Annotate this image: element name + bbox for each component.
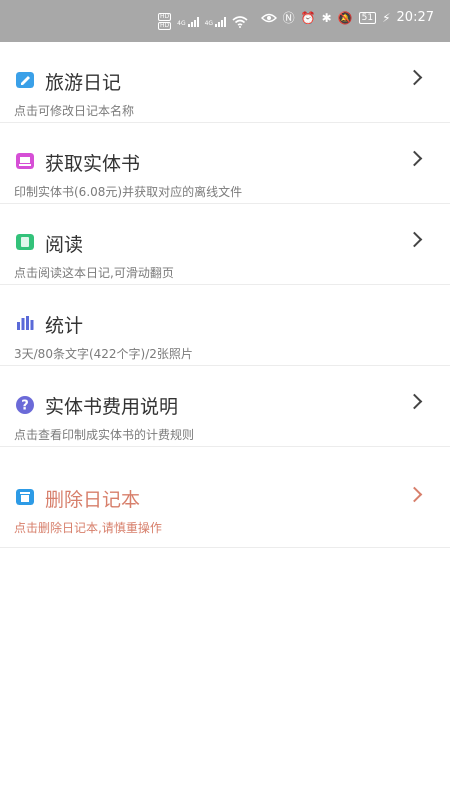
book-print-icon xyxy=(16,153,34,169)
status-left-group: HD HD 4G 4G xyxy=(158,13,248,30)
hd-badge-2: HD xyxy=(158,22,172,30)
edit-icon xyxy=(16,72,34,88)
charging-icon: ⚡ xyxy=(382,10,391,25)
signal-2: 4G xyxy=(204,16,227,27)
chevron-right-icon xyxy=(406,486,423,503)
status-bar: HD HD 4G 4G Ⓝ ⏰ ✱ 🔕 51 ⚡ 20:27 xyxy=(0,0,450,42)
chevron-right-icon xyxy=(406,150,423,167)
status-time: 20:27 xyxy=(396,10,434,25)
eye-icon xyxy=(260,13,277,22)
option-subtitle: 印制实体书(6.08元)并获取对应的离线文件 xyxy=(14,185,243,199)
option-title: 获取实体书 xyxy=(45,153,141,175)
svg-text:?: ? xyxy=(21,399,29,414)
network-type-2: 4G xyxy=(204,19,214,27)
option-get-physical-book[interactable]: 获取实体书 印制实体书(6.08元)并获取对应的离线文件 xyxy=(0,123,450,204)
question-icon: ? xyxy=(16,396,34,414)
signal-bars-icon xyxy=(215,16,227,27)
mute-icon: 🔕 xyxy=(337,10,353,25)
status-right-group: Ⓝ ⏰ ✱ 🔕 51 ⚡ 20:27 xyxy=(260,10,434,25)
option-subtitle: 点击查看印制成实体书的计费规则 xyxy=(14,428,195,442)
option-title: 阅读 xyxy=(45,234,84,256)
option-subtitle: 点击可修改日记本名称 xyxy=(14,104,135,118)
read-icon xyxy=(16,234,34,250)
option-subtitle: 点击阅读这本日记,可滑动翻页 xyxy=(14,266,174,280)
bar-chart-icon xyxy=(17,316,34,330)
trash-icon xyxy=(16,489,34,505)
option-read[interactable]: 阅读 点击阅读这本日记,可滑动翻页 xyxy=(0,204,450,285)
bluetooth-icon: ✱ xyxy=(321,10,332,25)
option-title: 删除日记本 xyxy=(45,489,141,511)
hd-badge-1: HD xyxy=(158,13,172,21)
hd-indicators: HD HD xyxy=(158,13,172,30)
alarm-icon: ⏰ xyxy=(300,10,316,25)
wifi-icon xyxy=(232,15,248,28)
option-statistics: 统计 3天/80条文字(422个字)/2张照片 xyxy=(0,285,450,366)
signal-1: 4G xyxy=(177,16,199,27)
option-title: 实体书费用说明 xyxy=(45,396,179,418)
option-book-fee-info[interactable]: ? 实体书费用说明 点击查看印制成实体书的计费规则 xyxy=(0,366,450,447)
option-subtitle: 点击删除日记本,请慎重操作 xyxy=(14,521,162,535)
diary-options-list: 旅游日记 点击可修改日记本名称 获取实体书 印制实体书(6.08元)并获取对应的… xyxy=(0,42,450,548)
signal-bars-icon xyxy=(187,16,199,27)
chevron-right-icon xyxy=(406,69,423,86)
option-title: 统计 xyxy=(45,315,84,337)
network-type-1: 4G xyxy=(177,19,186,27)
option-rename-diary[interactable]: 旅游日记 点击可修改日记本名称 xyxy=(0,42,450,123)
option-title: 旅游日记 xyxy=(45,72,122,94)
chevron-right-icon xyxy=(406,393,423,410)
battery-icon: 51 xyxy=(358,11,377,24)
option-subtitle: 3天/80条文字(422个字)/2张照片 xyxy=(14,347,193,361)
option-delete-diary[interactable]: 删除日记本 点击删除日记本,请慎重操作 xyxy=(0,447,450,548)
chevron-right-icon xyxy=(406,231,423,248)
nfc-icon: Ⓝ xyxy=(282,10,295,25)
